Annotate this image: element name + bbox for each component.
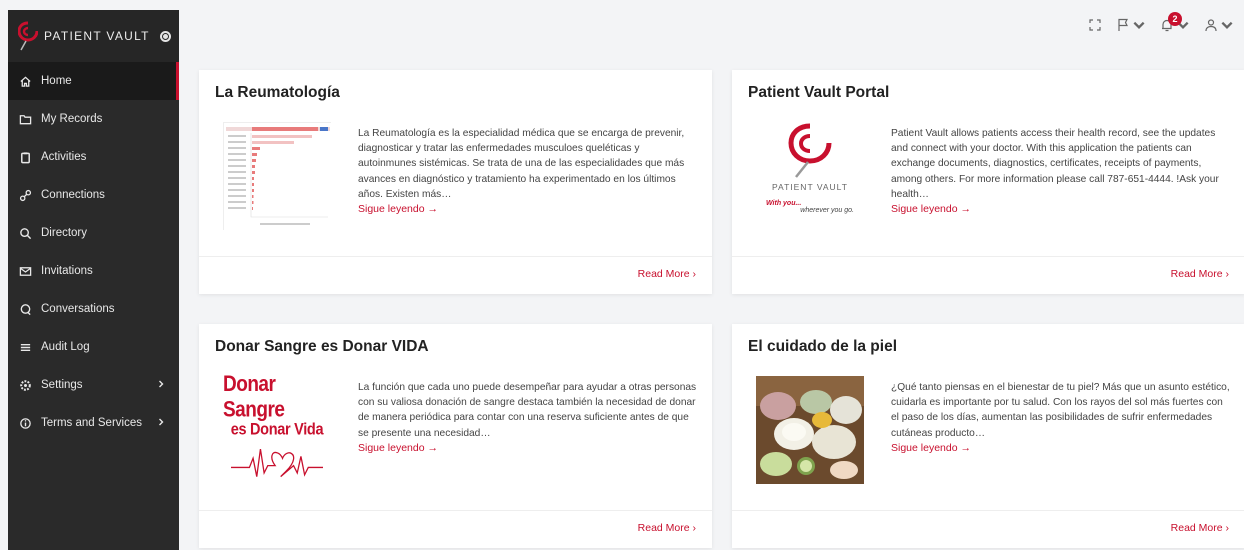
sidebar: PATIENT VAULT Home My Records Activities… <box>8 10 179 550</box>
card-excerpt-text: ¿Qué tanto piensas en el bienestar de tu… <box>891 382 1230 439</box>
read-more-link[interactable]: Read More › <box>1171 522 1229 534</box>
sidebar-item-my-records[interactable]: My Records <box>8 100 179 138</box>
user-menu-button[interactable] <box>1204 18 1234 32</box>
read-more-link[interactable]: Read More › <box>638 522 696 534</box>
continue-reading-link[interactable]: Sigue leyendo → <box>891 202 1231 217</box>
caret-down-icon <box>1221 21 1233 29</box>
notifications-badge: 2 <box>1168 12 1182 26</box>
chevron-right-icon <box>159 380 164 388</box>
card-footer: Read More › <box>732 256 1244 294</box>
card-excerpt: La Reumatología es la especialidad médic… <box>358 126 698 217</box>
topbar: 2 <box>1088 10 1234 40</box>
sidebar-item-label: Conversations <box>41 303 115 315</box>
card-excerpt-text: La función que cada uno puede desempeñar… <box>358 382 697 439</box>
thumbnail-tagline: With you... <box>766 200 802 207</box>
sidebar-nav: Home My Records Activities Connections D… <box>8 62 179 442</box>
sidebar-item-label: Invitations <box>41 265 93 277</box>
chat-icon <box>18 302 32 316</box>
sidebar-item-label: Audit Log <box>41 341 90 353</box>
sidebar-item-settings[interactable]: Settings <box>8 366 179 404</box>
thumbnail-brand: PATIENT VAULT <box>772 182 848 192</box>
sidebar-item-label: Home <box>41 75 72 87</box>
flag-icon <box>1118 18 1128 31</box>
sidebar-item-terms-and-services[interactable]: Terms and Services <box>8 404 179 442</box>
card-excerpt: Patient Vault allows patients access the… <box>891 126 1231 217</box>
sidebar-brand[interactable]: PATIENT VAULT <box>8 10 179 62</box>
caret-down-icon <box>1133 21 1145 29</box>
brand-name: PATIENT VAULT <box>44 29 150 43</box>
sidebar-item-conversations[interactable]: Conversations <box>8 290 179 328</box>
card-footer: Read More › <box>199 510 712 548</box>
sidebar-item-label: Directory <box>41 227 88 239</box>
fullscreen-icon <box>1089 19 1101 31</box>
thumbnail-line-2: es Donar Vida <box>230 420 324 440</box>
notifications-button[interactable]: 2 <box>1160 12 1190 32</box>
card-excerpt: La función que cada uno puede desempeñar… <box>358 380 698 456</box>
card-excerpt: ¿Qué tanto piensas en el bienestar de tu… <box>891 380 1231 456</box>
sidebar-item-label: Settings <box>41 379 83 391</box>
continue-reading-link[interactable]: Sigue leyendo → <box>358 202 698 217</box>
mail-icon <box>18 264 32 278</box>
card-title[interactable]: El cuidado de la piel <box>748 338 897 356</box>
home-icon <box>18 74 32 88</box>
patient-vault-logo-thumbnail[interactable]: PATIENT VAULT With you... wherever you g… <box>756 122 864 230</box>
card-title[interactable]: Donar Sangre es Donar VIDA <box>215 338 429 356</box>
reumatologia-chart-thumbnail[interactable] <box>223 122 332 231</box>
search-icon <box>18 226 32 240</box>
sidebar-item-activities[interactable]: Activities <box>8 138 179 176</box>
thumbnail-tagline-2: wherever you go. <box>800 207 854 214</box>
continue-reading-link[interactable]: Sigue leyendo → <box>358 441 698 456</box>
card-title[interactable]: Patient Vault Portal <box>748 84 889 102</box>
patient-vault-logo <box>788 123 832 178</box>
article-card-donar-sangre: Donar Sangre es Donar VIDA Donar Sangre … <box>199 324 712 548</box>
heartbeat-icon <box>231 448 323 478</box>
sidebar-item-home[interactable]: Home <box>8 62 179 100</box>
clipboard-icon <box>18 150 32 164</box>
card-footer: Read More › <box>199 256 712 294</box>
card-excerpt-text: Patient Vault allows patients access the… <box>891 128 1219 200</box>
flag-menu-button[interactable] <box>1116 18 1146 32</box>
thumbnail-line-1: Donar Sangre <box>223 372 285 423</box>
sidebar-item-label: Connections <box>41 189 105 201</box>
sidebar-item-label: Activities <box>41 151 87 163</box>
card-footer: Read More › <box>732 510 1244 548</box>
gear-icon <box>18 378 32 392</box>
sidebar-toggle-icon[interactable] <box>159 30 171 42</box>
read-more-link[interactable]: Read More › <box>638 268 696 280</box>
article-card-cuidado-piel: El cuidado de la piel ¿Qué tanto piensas… <box>732 324 1244 548</box>
sidebar-item-label: Terms and Services <box>41 417 142 429</box>
sidebar-item-directory[interactable]: Directory <box>8 214 179 252</box>
sidebar-item-invitations[interactable]: Invitations <box>8 252 179 290</box>
donar-sangre-thumbnail[interactable]: Donar Sangre es Donar Vida <box>223 372 331 484</box>
article-card-reumatologia: La Reumatología La Reumatología es la es… <box>199 70 712 294</box>
article-card-patient-vault-portal: Patient Vault Portal PATIENT VAULT With … <box>732 70 1244 294</box>
folder-icon <box>18 112 32 126</box>
link-icon <box>18 188 32 202</box>
fullscreen-button[interactable] <box>1088 18 1102 32</box>
read-more-link[interactable]: Read More › <box>1171 268 1229 280</box>
sidebar-item-label: My Records <box>41 113 103 125</box>
continue-reading-link[interactable]: Sigue leyendo → <box>891 441 1231 456</box>
user-icon <box>1205 19 1217 32</box>
card-title[interactable]: La Reumatología <box>215 84 340 102</box>
sidebar-item-audit-log[interactable]: Audit Log <box>8 328 179 366</box>
info-icon <box>18 416 32 430</box>
chevron-right-icon <box>159 418 164 426</box>
patient-vault-logo <box>18 21 38 51</box>
list-icon <box>18 340 32 354</box>
card-excerpt-text: La Reumatología es la especialidad médic… <box>358 128 685 200</box>
chart-thumbnail-image <box>224 123 332 231</box>
skincare-photo-thumbnail[interactable] <box>756 376 864 484</box>
sidebar-item-connections[interactable]: Connections <box>8 176 179 214</box>
skincare-photo <box>756 376 864 484</box>
